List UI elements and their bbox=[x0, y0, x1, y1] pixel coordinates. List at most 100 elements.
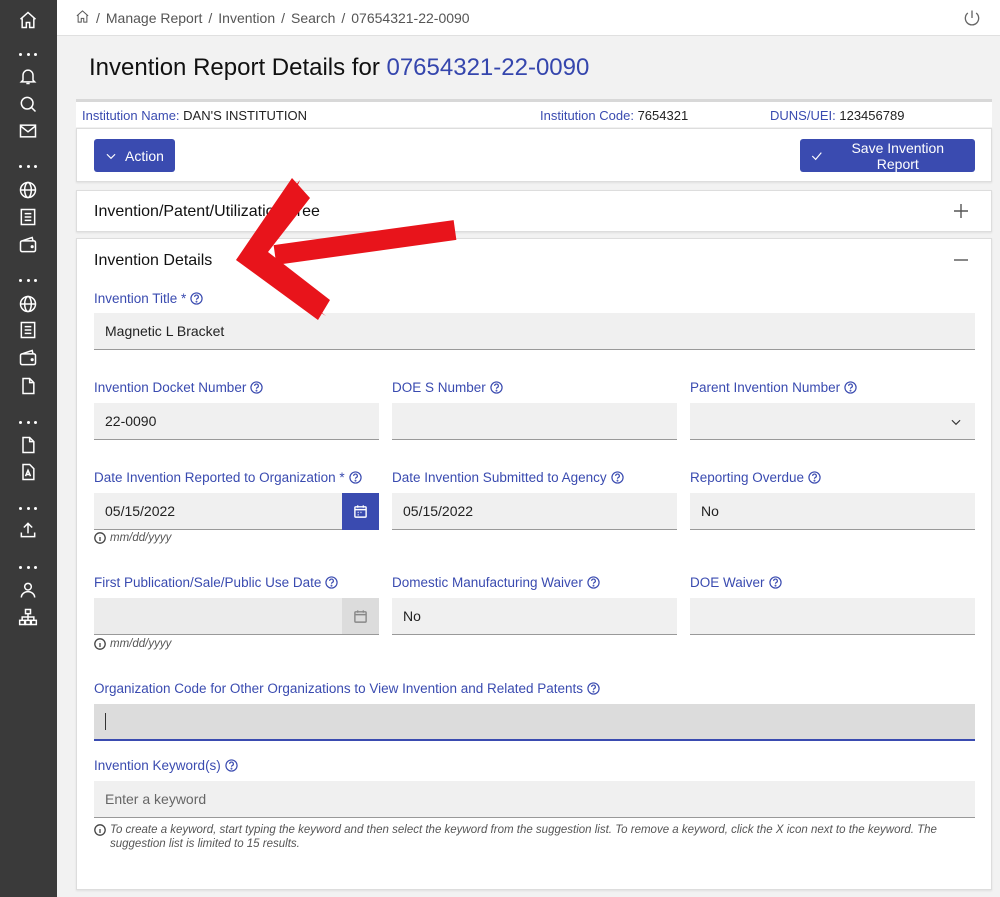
date-submitted-label: Date Invention Submitted to Agency bbox=[392, 470, 624, 485]
date-reported-calendar-button[interactable] bbox=[342, 493, 379, 530]
list-icon[interactable] bbox=[18, 207, 38, 227]
breadcrumb-invention[interactable]: Invention bbox=[218, 10, 275, 26]
chevron-down-icon[interactable] bbox=[949, 415, 963, 429]
mail-icon[interactable] bbox=[18, 121, 38, 141]
bell-icon[interactable] bbox=[18, 66, 38, 86]
invention-title-input[interactable]: Magnetic L Bracket bbox=[94, 313, 975, 350]
search-chat-icon[interactable] bbox=[18, 94, 38, 114]
breadcrumb: / Manage Report / Invention / Search / 0… bbox=[75, 9, 470, 27]
help-icon[interactable] bbox=[325, 576, 339, 589]
upload-icon[interactable] bbox=[18, 520, 38, 540]
user-icon[interactable] bbox=[18, 580, 38, 600]
keywords-hint: To create a keyword, start typing the ke… bbox=[94, 823, 954, 851]
domestic-waiver-input[interactable]: No bbox=[392, 598, 677, 635]
org-code-label-text: Organization Code for Other Organization… bbox=[94, 681, 584, 696]
pdf-icon[interactable] bbox=[18, 462, 38, 482]
sidebar-divider-dots bbox=[19, 278, 37, 284]
collapse-minus-icon[interactable] bbox=[953, 252, 969, 268]
invention-details-panel: Invention Details Invention Title * Magn… bbox=[76, 238, 992, 890]
help-icon[interactable] bbox=[610, 471, 624, 484]
doe-waiver-input[interactable] bbox=[690, 598, 975, 635]
date-submitted-input[interactable]: 05/15/2022 bbox=[392, 493, 677, 530]
invention-title-label: Invention Title * bbox=[94, 291, 203, 306]
check-icon bbox=[811, 151, 822, 160]
tree-panel-title[interactable]: Invention/Patent/Utilization Tree bbox=[94, 203, 320, 221]
keywords-label: Invention Keyword(s) bbox=[94, 758, 238, 773]
domestic-waiver-label: Domestic Manufacturing Waiver bbox=[392, 575, 600, 590]
list-icon[interactable] bbox=[18, 320, 38, 340]
org-chart-icon[interactable] bbox=[18, 607, 38, 627]
first-publication-input[interactable] bbox=[94, 598, 342, 635]
help-icon[interactable] bbox=[490, 381, 503, 394]
institution-code-value: 7654321 bbox=[637, 108, 689, 123]
action-button[interactable]: Action bbox=[94, 139, 175, 172]
globe-icon[interactable] bbox=[18, 294, 38, 314]
help-icon[interactable] bbox=[587, 682, 600, 695]
date-reported-input[interactable]: 05/15/2022 bbox=[94, 493, 342, 530]
info-icon bbox=[94, 824, 106, 836]
wallet-icon[interactable] bbox=[18, 348, 38, 368]
keywords-label-text: Invention Keyword(s) bbox=[94, 758, 221, 773]
help-icon[interactable] bbox=[768, 576, 782, 589]
first-publication-label: First Publication/Sale/Public Use Date bbox=[94, 575, 339, 590]
info-icon bbox=[94, 532, 106, 544]
date-submitted-label-text: Date Invention Submitted to Agency bbox=[392, 470, 607, 485]
page-title-prefix: Invention Report Details for bbox=[89, 54, 380, 81]
docket-number-label-text: Invention Docket Number bbox=[94, 380, 247, 395]
parent-invention-select[interactable] bbox=[690, 403, 975, 440]
sidebar-divider-dots bbox=[19, 565, 37, 571]
page-title: Invention Report Details for 07654321-22… bbox=[89, 54, 589, 82]
date-reported-label: Date Invention Reported to Organization … bbox=[94, 470, 362, 485]
wallet-icon[interactable] bbox=[18, 235, 38, 255]
sidebar-divider-dots bbox=[19, 420, 37, 426]
help-icon[interactable] bbox=[844, 381, 857, 394]
home-icon[interactable] bbox=[18, 10, 38, 30]
docket-number-label: Invention Docket Number bbox=[94, 380, 264, 395]
save-invention-report-button[interactable]: Save Invention Report bbox=[800, 139, 975, 172]
duns-label: DUNS/UEI: bbox=[770, 108, 836, 123]
document-icon[interactable] bbox=[18, 376, 38, 396]
help-icon[interactable] bbox=[250, 381, 264, 394]
document-icon[interactable] bbox=[18, 435, 38, 455]
breadcrumb-manage-report[interactable]: Manage Report bbox=[106, 10, 203, 26]
org-code-input[interactable] bbox=[94, 704, 975, 741]
help-icon[interactable] bbox=[587, 576, 600, 589]
reporting-overdue-label: Reporting Overdue bbox=[690, 470, 821, 485]
globe-icon[interactable] bbox=[18, 180, 38, 200]
action-bar: Action Save Invention Report bbox=[76, 128, 992, 182]
help-icon[interactable] bbox=[348, 471, 362, 484]
breadcrumb-separator: / bbox=[208, 10, 213, 26]
breadcrumb-separator: / bbox=[341, 10, 346, 26]
sidebar-divider-dots bbox=[19, 506, 37, 512]
chevron-down-icon bbox=[106, 153, 116, 159]
calendar-icon bbox=[354, 505, 367, 518]
institution-code-label: Institution Code: bbox=[540, 108, 634, 123]
institution-name-label: Institution Name: bbox=[82, 108, 180, 123]
page-title-number: 07654321-22-0090 bbox=[386, 54, 590, 81]
breadcrumb-separator: / bbox=[281, 10, 286, 26]
doe-waiver-label-text: DOE Waiver bbox=[690, 575, 765, 590]
help-icon[interactable] bbox=[808, 471, 821, 484]
date-format-hint: mm/dd/yyyy bbox=[94, 531, 171, 545]
doe-s-number-input[interactable] bbox=[392, 403, 677, 440]
expand-plus-icon[interactable] bbox=[953, 203, 969, 219]
details-panel-title[interactable]: Invention Details bbox=[94, 252, 212, 270]
text-cursor bbox=[105, 713, 106, 730]
breadcrumb-separator: / bbox=[96, 10, 100, 26]
invention-title-label-text: Invention Title * bbox=[94, 291, 187, 306]
keywords-hint-text: To create a keyword, start typing the ke… bbox=[110, 823, 937, 851]
parent-invention-label-text: Parent Invention Number bbox=[690, 380, 841, 395]
info-icon bbox=[94, 638, 106, 650]
reporting-overdue-input[interactable]: No bbox=[690, 493, 975, 530]
keywords-input[interactable]: Enter a keyword bbox=[94, 781, 975, 818]
help-icon[interactable] bbox=[225, 759, 238, 772]
docket-number-input[interactable]: 22-0090 bbox=[94, 403, 379, 440]
help-icon[interactable] bbox=[190, 292, 203, 305]
home-icon[interactable] bbox=[75, 9, 90, 27]
invention-tree-panel[interactable]: Invention/Patent/Utilization Tree bbox=[76, 190, 992, 232]
power-icon[interactable] bbox=[962, 8, 982, 28]
date-reported-hint-text: mm/dd/yyyy bbox=[110, 532, 172, 544]
first-publication-calendar-button[interactable] bbox=[342, 598, 379, 635]
save-button-label: Save Invention Report bbox=[851, 139, 945, 172]
breadcrumb-search[interactable]: Search bbox=[291, 10, 335, 26]
